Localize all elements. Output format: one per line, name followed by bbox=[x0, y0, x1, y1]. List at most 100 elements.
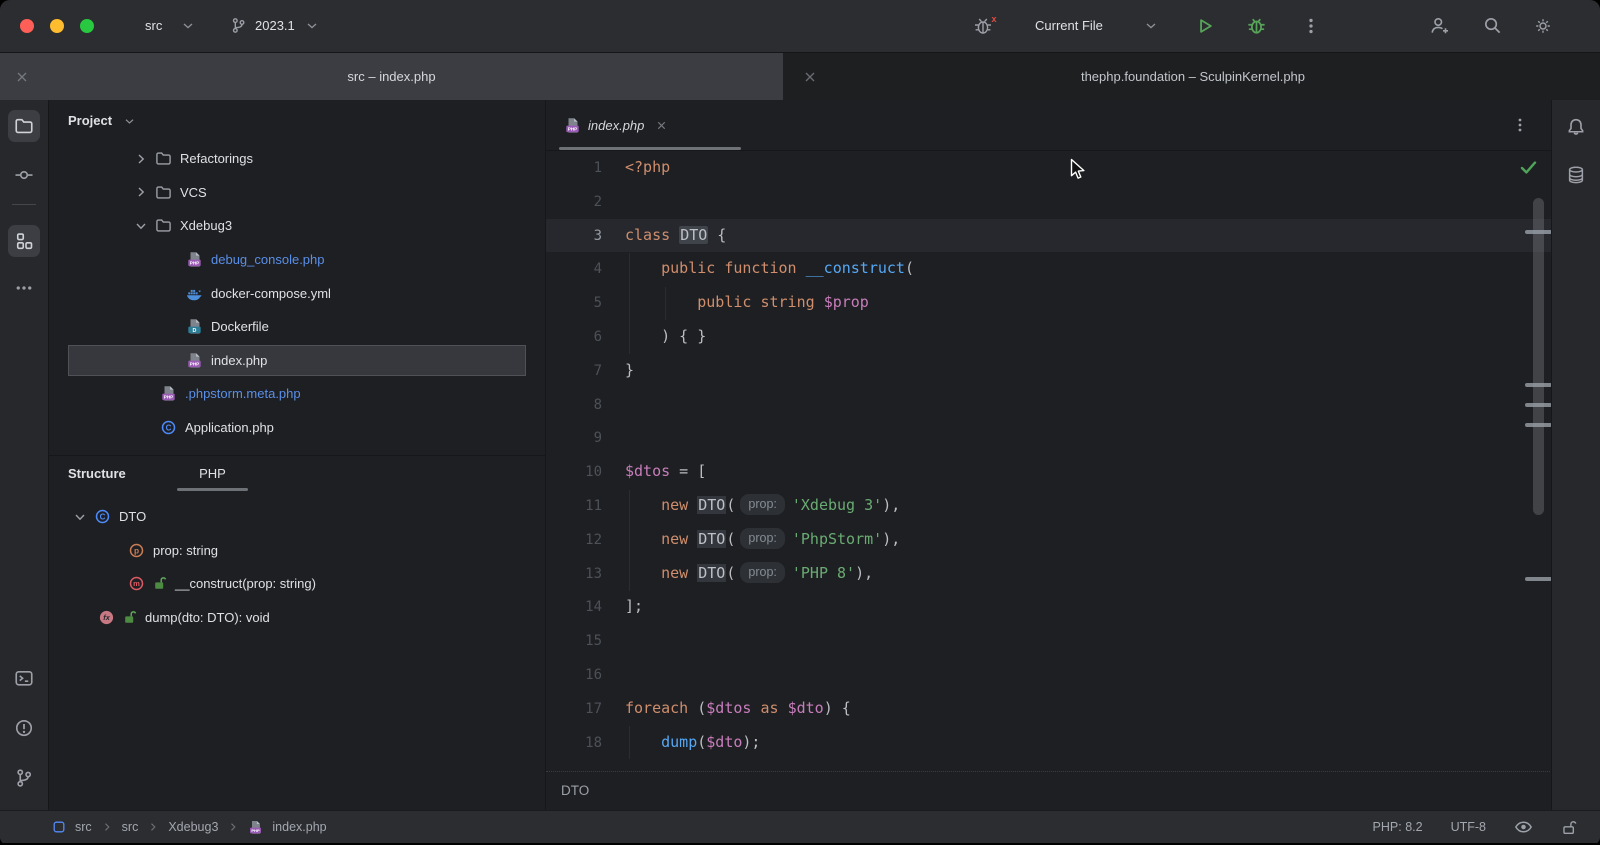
code-line[interactable]: 15 bbox=[546, 624, 1552, 658]
status-breadcrumb-item[interactable]: index.php bbox=[272, 820, 326, 834]
project-tree-item[interactable]: VCS bbox=[48, 176, 545, 210]
terminal-tool-window-button[interactable] bbox=[8, 662, 40, 694]
zoom-button[interactable] bbox=[80, 19, 94, 33]
structure-tree-item[interactable]: fxdump(dto: DTO): void bbox=[48, 601, 545, 635]
folder-icon bbox=[155, 150, 172, 167]
problems-tool-window-button[interactable] bbox=[8, 712, 40, 744]
code-line[interactable]: 10$dtos = [ bbox=[546, 455, 1552, 489]
code-line[interactable]: 3class DTO { bbox=[546, 219, 1552, 253]
property-icon: p bbox=[128, 542, 145, 559]
project-tree-item[interactable]: CApplication.php bbox=[48, 411, 545, 445]
project-switcher[interactable]: src bbox=[145, 0, 162, 52]
status-breadcrumb-item[interactable]: Xdebug3 bbox=[168, 820, 218, 834]
structure-tree-item[interactable]: CDTO bbox=[48, 500, 545, 534]
close-icon[interactable] bbox=[655, 119, 668, 132]
editor-scrollbar[interactable] bbox=[1533, 198, 1544, 515]
line-number: 1 bbox=[546, 152, 602, 186]
tab-php[interactable]: PHP bbox=[177, 458, 248, 490]
code-line[interactable]: 6 ) { } bbox=[546, 320, 1552, 354]
project-tree-item[interactable]: DDockerfile bbox=[48, 310, 545, 344]
strip-divider bbox=[12, 204, 36, 205]
code-with-me-user-plus-icon[interactable] bbox=[1430, 16, 1450, 36]
project-panel-header[interactable]: Project bbox=[48, 100, 545, 142]
code-line[interactable]: 12 new DTO(prop:'PhpStorm'), bbox=[546, 523, 1552, 557]
svg-text:PHP: PHP bbox=[190, 261, 199, 266]
project-tool-window-button[interactable] bbox=[8, 110, 40, 142]
code-line[interactable]: 1<?php bbox=[546, 151, 1552, 185]
structure-panel-title: Structure bbox=[68, 466, 126, 481]
status-breadcrumb-item[interactable]: src bbox=[122, 820, 139, 834]
code-line[interactable]: 11 new DTO(prop:'Xdebug 3'), bbox=[546, 489, 1552, 523]
window-tab-src[interactable]: src – index.php bbox=[0, 53, 783, 101]
panel-divider[interactable] bbox=[545, 100, 546, 810]
project-tree-item[interactable]: docker-compose.yml bbox=[48, 276, 545, 310]
code-line[interactable]: 16 bbox=[546, 658, 1552, 692]
structure-tree-item[interactable]: pprop: string bbox=[48, 534, 545, 568]
close-button[interactable] bbox=[20, 19, 34, 33]
php-file-icon: PHP bbox=[563, 117, 581, 135]
line-number: 13 bbox=[546, 558, 602, 592]
run-button[interactable] bbox=[1196, 17, 1214, 35]
branch-name[interactable]: 2023.1 bbox=[255, 0, 295, 52]
debugger-off-icon[interactable]: x bbox=[972, 14, 998, 38]
code-line[interactable]: 18 dump($dto); bbox=[546, 726, 1552, 760]
breadcrumb-item[interactable]: DTO bbox=[561, 783, 589, 798]
structure-tool-window-button[interactable] bbox=[8, 225, 40, 257]
chevron-down-icon bbox=[133, 218, 149, 234]
structure-icon bbox=[14, 231, 34, 251]
svg-text:PHP: PHP bbox=[164, 395, 173, 400]
minimize-button[interactable] bbox=[50, 19, 64, 33]
line-number: 2 bbox=[546, 186, 602, 220]
debug-button[interactable] bbox=[1246, 15, 1267, 36]
code-line[interactable]: 17foreach ($dtos as $dto) { bbox=[546, 692, 1552, 726]
code-line[interactable]: 9 bbox=[546, 421, 1552, 455]
version-control-tool-window-button[interactable] bbox=[8, 762, 40, 794]
php-version-widget[interactable]: PHP: 8.2 bbox=[1373, 820, 1423, 834]
reader-mode-eye-icon[interactable] bbox=[1514, 819, 1533, 835]
editor-options-kebab-icon[interactable] bbox=[1512, 115, 1528, 135]
file-name: Application.php bbox=[185, 420, 274, 435]
structure-tree-item[interactable]: m__construct(prop: string) bbox=[48, 567, 545, 601]
code-line[interactable]: 7} bbox=[546, 354, 1552, 388]
code-line[interactable]: 2 bbox=[546, 185, 1552, 219]
parameter-inlay-hint: prop: bbox=[740, 528, 785, 549]
run-configuration[interactable]: Current File bbox=[1035, 0, 1103, 52]
notifications-tool-window-button[interactable] bbox=[1560, 111, 1592, 143]
more-actions-kebab-icon[interactable] bbox=[1302, 16, 1320, 36]
commit-icon bbox=[14, 165, 34, 185]
status-breadcrumb-item[interactable]: src bbox=[75, 820, 92, 834]
svg-text:fx: fx bbox=[103, 613, 110, 622]
settings-gear-icon[interactable] bbox=[1533, 16, 1553, 36]
file-name: debug_console.php bbox=[211, 252, 325, 267]
database-tool-window-button[interactable] bbox=[1560, 159, 1592, 191]
code-line[interactable]: 13 new DTO(prop:'PHP 8'), bbox=[546, 557, 1552, 591]
class-icon: C bbox=[94, 508, 111, 525]
chevron-right-icon bbox=[147, 821, 159, 833]
editor-tab-index-php[interactable]: PHP index.php bbox=[546, 100, 668, 151]
encoding-widget[interactable]: UTF-8 bbox=[1451, 820, 1486, 834]
more-tool-windows-button[interactable] bbox=[8, 272, 40, 304]
project-tree-item[interactable]: Xdebug3 bbox=[48, 209, 545, 243]
svg-text:PHP: PHP bbox=[567, 127, 576, 132]
project-tree: RefactoringsVCSXdebug3 PHP debug_console.p… bbox=[48, 142, 545, 444]
active-tab-underline bbox=[177, 488, 248, 491]
editor-breadcrumb[interactable]: DTO bbox=[546, 771, 1552, 810]
commit-tool-window-button[interactable] bbox=[8, 159, 40, 191]
code-line[interactable]: 8 bbox=[546, 388, 1552, 422]
project-tree-item[interactable]: PHPindex.php bbox=[48, 344, 545, 378]
line-number: 10 bbox=[546, 456, 602, 490]
panel-divider bbox=[1551, 100, 1552, 810]
search-icon[interactable] bbox=[1483, 16, 1502, 35]
line-number: 4 bbox=[546, 253, 602, 287]
project-tree-item[interactable]: PHP debug_console.php bbox=[48, 243, 545, 277]
code-line[interactable]: 5 public string $prop bbox=[546, 286, 1552, 320]
chevron-down-icon bbox=[72, 509, 88, 525]
code-line[interactable]: 4 public function __construct( bbox=[546, 252, 1552, 286]
code-line[interactable]: 14]; bbox=[546, 590, 1552, 624]
code-area[interactable]: 1<?php23class DTO {4 public function __c… bbox=[546, 151, 1552, 771]
project-tree-item[interactable]: PHP.phpstorm.meta.php bbox=[48, 377, 545, 411]
file-name: index.php bbox=[211, 353, 267, 368]
file-writable-unlock-icon[interactable] bbox=[1561, 819, 1578, 836]
project-tree-item[interactable]: Refactorings bbox=[48, 142, 545, 176]
window-tab-thephp-foundation[interactable]: thephp.foundation – SculpinKernel.php bbox=[786, 53, 1600, 101]
